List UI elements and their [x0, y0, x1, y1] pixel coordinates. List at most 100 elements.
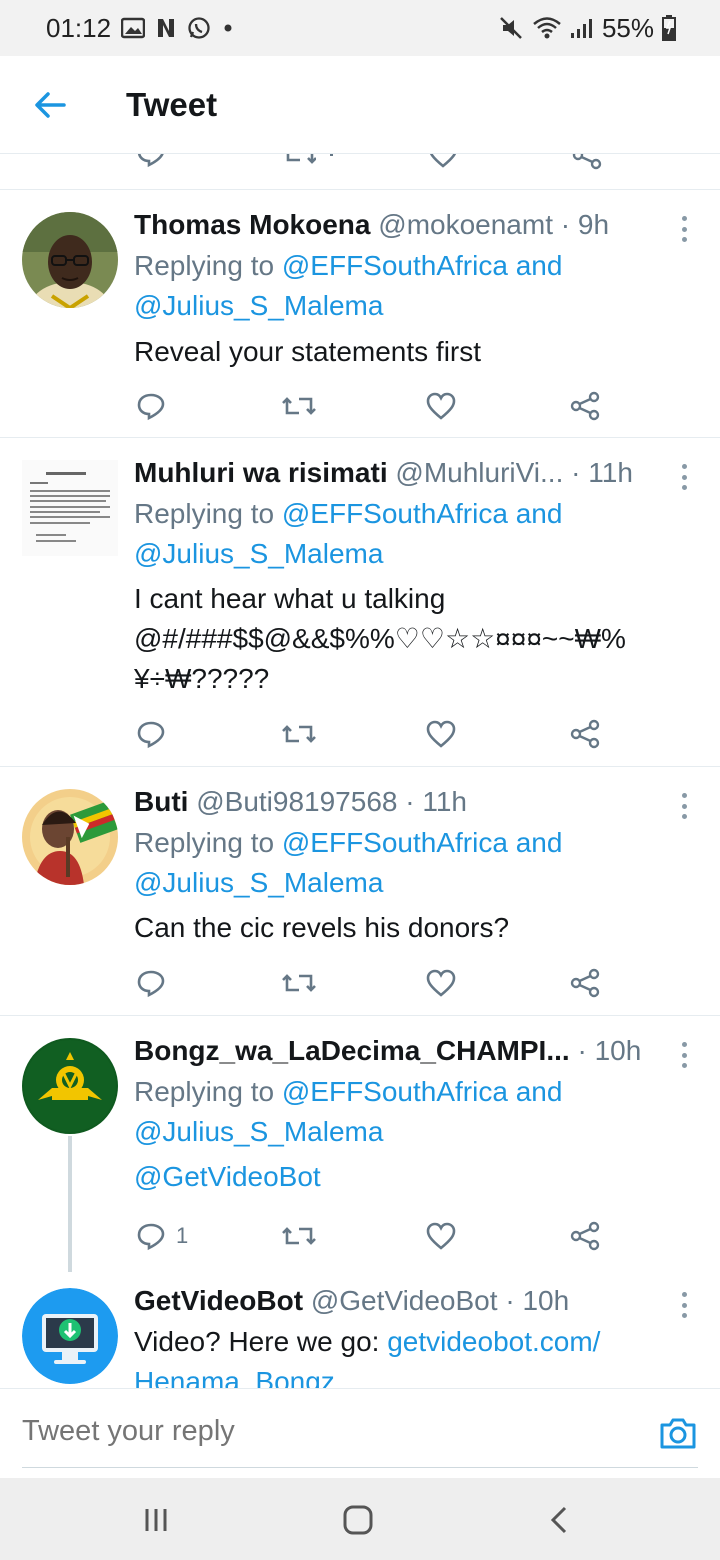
- tweet-header: GetVideoBot @GetVideoBot · 10h: [134, 1285, 660, 1317]
- author-name[interactable]: Buti: [134, 786, 188, 817]
- author-name[interactable]: Bongz_wa_LaDecima_CHAMPI...: [134, 1035, 570, 1066]
- like-icon[interactable]: [428, 154, 458, 168]
- tweet-item[interactable]: GetVideoBot @GetVideoBot · 10h Video? He…: [0, 1272, 720, 1388]
- retweet-button[interactable]: [282, 386, 316, 426]
- reply-input[interactable]: [22, 1415, 622, 1448]
- tweet-item[interactable]: Buti @Buti98197568 · 11h Replying to @EF…: [0, 767, 720, 1016]
- share-button[interactable]: [570, 386, 600, 426]
- replying-prefix: Replying to: [134, 250, 275, 281]
- url-link[interactable]: getvideobot.com/: [387, 1326, 600, 1357]
- avatar[interactable]: [22, 1288, 118, 1384]
- reply-count: 1: [176, 1223, 189, 1248]
- whatsapp-icon: [187, 16, 211, 40]
- url-link[interactable]: Henama_Bongz: [134, 1366, 335, 1388]
- back-nav-button[interactable]: [540, 1500, 580, 1540]
- avatar[interactable]: [22, 1038, 118, 1134]
- more-options-icon[interactable]: [674, 1288, 694, 1322]
- replying-and[interactable]: and: [516, 827, 563, 858]
- author-name[interactable]: Muhluri wa risimati: [134, 457, 388, 488]
- like-button[interactable]: [426, 963, 456, 1003]
- tweet-time[interactable]: 10h: [522, 1285, 569, 1316]
- tweet-time[interactable]: 9h: [578, 209, 609, 240]
- page-title: Tweet: [126, 85, 218, 123]
- more-options-icon[interactable]: [674, 460, 694, 494]
- tweet-header: Buti @Buti98197568 · 11h: [134, 786, 660, 818]
- mention-link[interactable]: @Julius_S_Malema: [134, 1116, 383, 1147]
- retweet-count-fragment: [330, 154, 333, 156]
- share-icon: [570, 719, 600, 749]
- mention-link[interactable]: @EFFSouthAfrica: [282, 1076, 508, 1107]
- replying-prefix: Replying to: [134, 1076, 275, 1107]
- recent-apps-button[interactable]: [136, 1500, 176, 1540]
- mention-link[interactable]: @EFFSouthAfrica: [282, 498, 508, 529]
- reply-button[interactable]: [136, 386, 166, 426]
- share-icon: [570, 1221, 600, 1251]
- replying-to: Replying to @EFFSouthAfrica and @Julius_…: [134, 494, 680, 574]
- tweet-text: Video? Here we go: getvideobot.com/ Hena…: [134, 1322, 690, 1388]
- reply-icon[interactable]: [136, 154, 166, 168]
- share-icon[interactable]: [572, 154, 602, 170]
- back-button[interactable]: [20, 75, 80, 135]
- replies-feed[interactable]: Thomas Mokoena @mokoenamt · 9h Replying …: [0, 154, 720, 1388]
- status-bar: 01:12 55%: [0, 0, 720, 56]
- more-options-icon[interactable]: [674, 789, 694, 823]
- like-button[interactable]: [426, 1216, 456, 1256]
- mention-link[interactable]: @Julius_S_Malema: [134, 290, 383, 321]
- like-button[interactable]: [426, 386, 456, 426]
- share-button[interactable]: [570, 1216, 600, 1256]
- reply-icon: [137, 1223, 165, 1251]
- author-handle[interactable]: @Buti98197568: [196, 786, 397, 817]
- author-name[interactable]: GetVideoBot: [134, 1285, 303, 1316]
- wifi-icon: [532, 16, 562, 40]
- previous-tweet-actions: [0, 154, 720, 190]
- replying-and[interactable]: and: [516, 1076, 563, 1107]
- tweet-text: Reveal your statements first: [134, 336, 482, 367]
- separator: ·: [505, 1285, 515, 1316]
- author-handle[interactable]: @mokoenamt: [378, 209, 553, 240]
- replying-to: Replying to @EFFSouthAfrica and @Julius_…: [134, 823, 680, 903]
- gallery-icon: [121, 17, 146, 39]
- home-button[interactable]: [338, 1500, 378, 1540]
- avatar[interactable]: [22, 212, 118, 308]
- author-name[interactable]: Thomas Mokoena: [134, 209, 370, 240]
- retweet-icon[interactable]: [284, 154, 316, 168]
- reply-button[interactable]: 1: [136, 1216, 188, 1256]
- mention-link[interactable]: @Julius_S_Malema: [134, 538, 383, 569]
- separator: ·: [571, 457, 581, 488]
- tweet-time[interactable]: 10h: [595, 1035, 642, 1066]
- battery-icon: [662, 15, 676, 41]
- tweet-actions: [134, 963, 614, 1003]
- thread-line: [68, 1136, 72, 1272]
- mention-link[interactable]: @GetVideoBot: [134, 1161, 321, 1192]
- retweet-button[interactable]: [282, 714, 316, 754]
- retweet-button[interactable]: [282, 963, 316, 1003]
- reply-button[interactable]: [136, 714, 166, 754]
- more-options-icon[interactable]: [674, 1038, 694, 1072]
- replying-and[interactable]: and: [516, 250, 563, 281]
- reply-button[interactable]: [136, 963, 166, 1003]
- more-options-icon[interactable]: [674, 212, 694, 246]
- camera-button[interactable]: [658, 1413, 698, 1453]
- separator: ·: [560, 209, 571, 240]
- app-header: Tweet: [0, 56, 720, 154]
- tweet-time[interactable]: 11h: [422, 786, 467, 817]
- camera-icon: [660, 1418, 696, 1449]
- mention-link[interactable]: @EFFSouthAfrica: [282, 250, 508, 281]
- like-button[interactable]: [426, 714, 456, 754]
- share-button[interactable]: [570, 714, 600, 754]
- tweet-time[interactable]: 11h: [588, 457, 633, 488]
- mention-link[interactable]: @EFFSouthAfrica: [282, 827, 508, 858]
- mention-link[interactable]: @Julius_S_Malema: [134, 867, 383, 898]
- author-handle[interactable]: @GetVideoBot: [311, 1285, 498, 1316]
- tweet-item[interactable]: Thomas Mokoena @mokoenamt · 9h Replying …: [0, 190, 720, 438]
- tweet-item[interactable]: Muhluri wa risimati @MuhluriVi... · 11h …: [0, 438, 720, 767]
- share-button[interactable]: [570, 963, 600, 1003]
- tweet-item[interactable]: Bongz_wa_LaDecima_CHAMPI... · 10h Replyi…: [0, 1016, 720, 1272]
- avatar[interactable]: [22, 460, 118, 556]
- retweet-button[interactable]: [282, 1216, 316, 1256]
- share-icon: [570, 968, 600, 998]
- like-icon: [426, 969, 456, 997]
- avatar[interactable]: [22, 789, 118, 885]
- replying-and[interactable]: and: [516, 498, 563, 529]
- author-handle[interactable]: @MuhluriVi...: [395, 457, 563, 488]
